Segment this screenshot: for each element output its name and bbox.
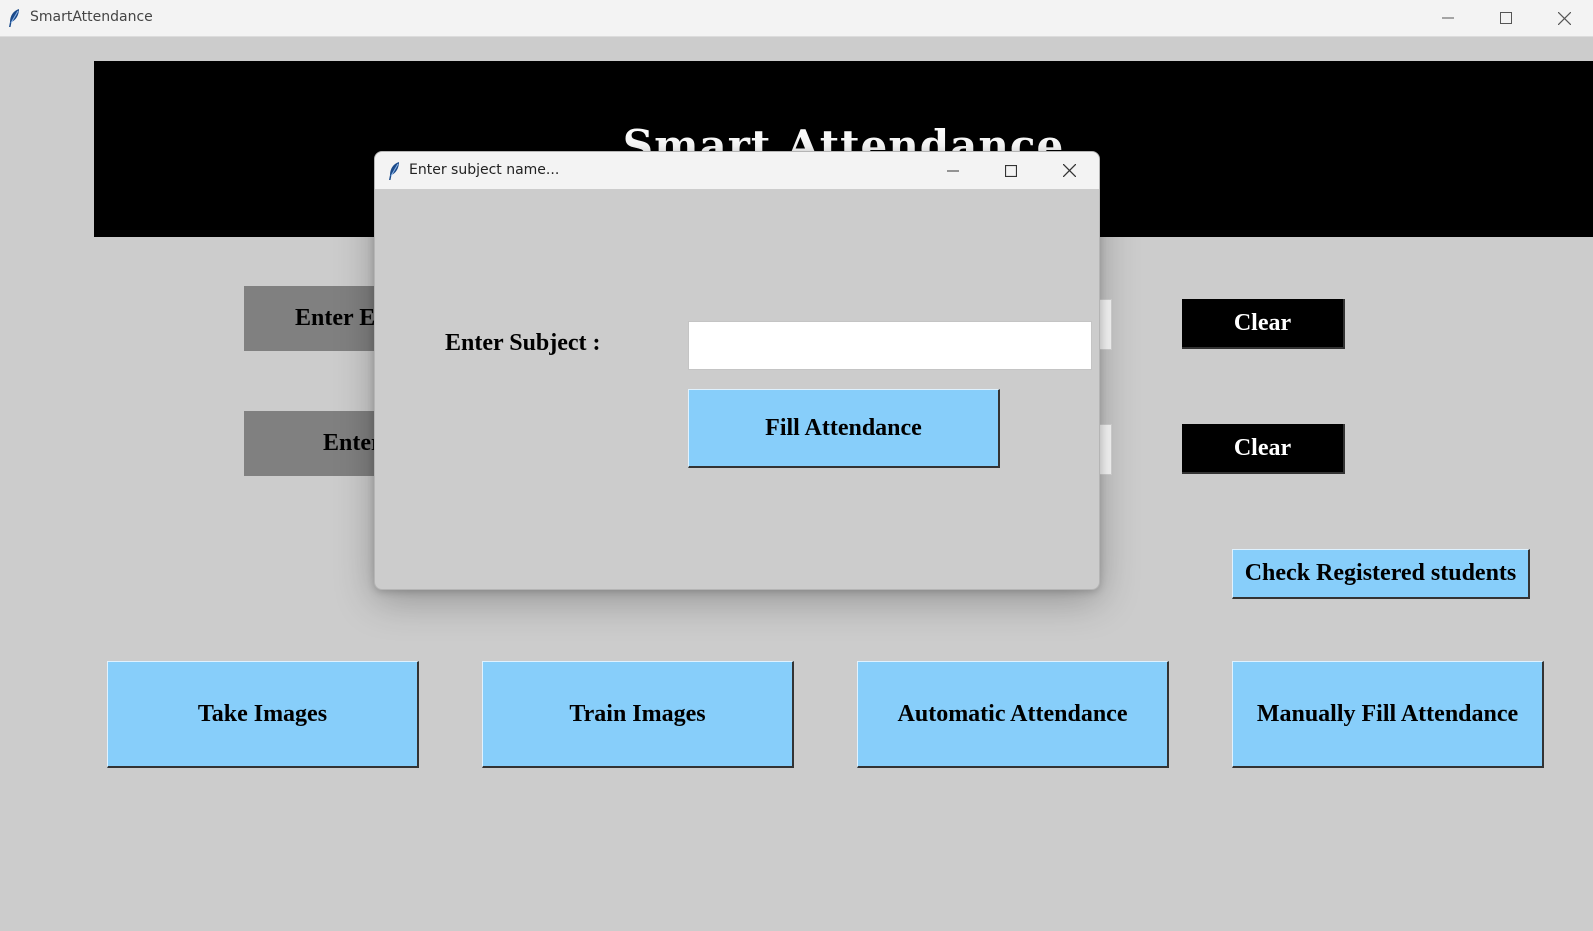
dialog-maximize-button[interactable]: [982, 152, 1040, 189]
minimize-icon: [1442, 17, 1454, 19]
minimize-icon: [947, 170, 959, 171]
subject-dialog: Enter subject name... Enter Subject : Fi…: [374, 151, 1100, 590]
dialog-titlebar: Enter subject name...: [375, 152, 1099, 189]
subject-input[interactable]: [688, 321, 1092, 370]
close-button[interactable]: [1535, 0, 1593, 36]
minimize-button[interactable]: [1419, 0, 1477, 36]
main-titlebar: SmartAttendance: [0, 0, 1593, 37]
fill-attendance-button[interactable]: Fill Attendance: [688, 389, 1000, 468]
train-images-button[interactable]: Train Images: [482, 661, 794, 768]
dialog-title: Enter subject name...: [409, 162, 560, 178]
clear-name-button[interactable]: Clear: [1182, 424, 1345, 474]
automatic-attendance-button[interactable]: Automatic Attendance: [857, 661, 1169, 768]
maximize-icon: [1005, 164, 1017, 177]
feather-icon: [9, 9, 19, 27]
close-icon: [1557, 11, 1571, 25]
dialog-close-button[interactable]: [1040, 152, 1098, 189]
window-title: SmartAttendance: [30, 9, 153, 25]
clear-enrollment-button[interactable]: Clear: [1182, 299, 1345, 349]
dialog-minimize-button[interactable]: [924, 152, 982, 189]
take-images-button[interactable]: Take Images: [107, 661, 419, 768]
maximize-button[interactable]: [1477, 0, 1535, 36]
maximize-icon: [1500, 12, 1512, 24]
feather-icon: [389, 162, 399, 180]
check-registered-button[interactable]: Check Registered students: [1232, 549, 1530, 599]
manual-attendance-button[interactable]: Manually Fill Attendance: [1232, 661, 1544, 768]
close-icon: [1062, 164, 1076, 177]
subject-label: Enter Subject :: [445, 330, 601, 356]
